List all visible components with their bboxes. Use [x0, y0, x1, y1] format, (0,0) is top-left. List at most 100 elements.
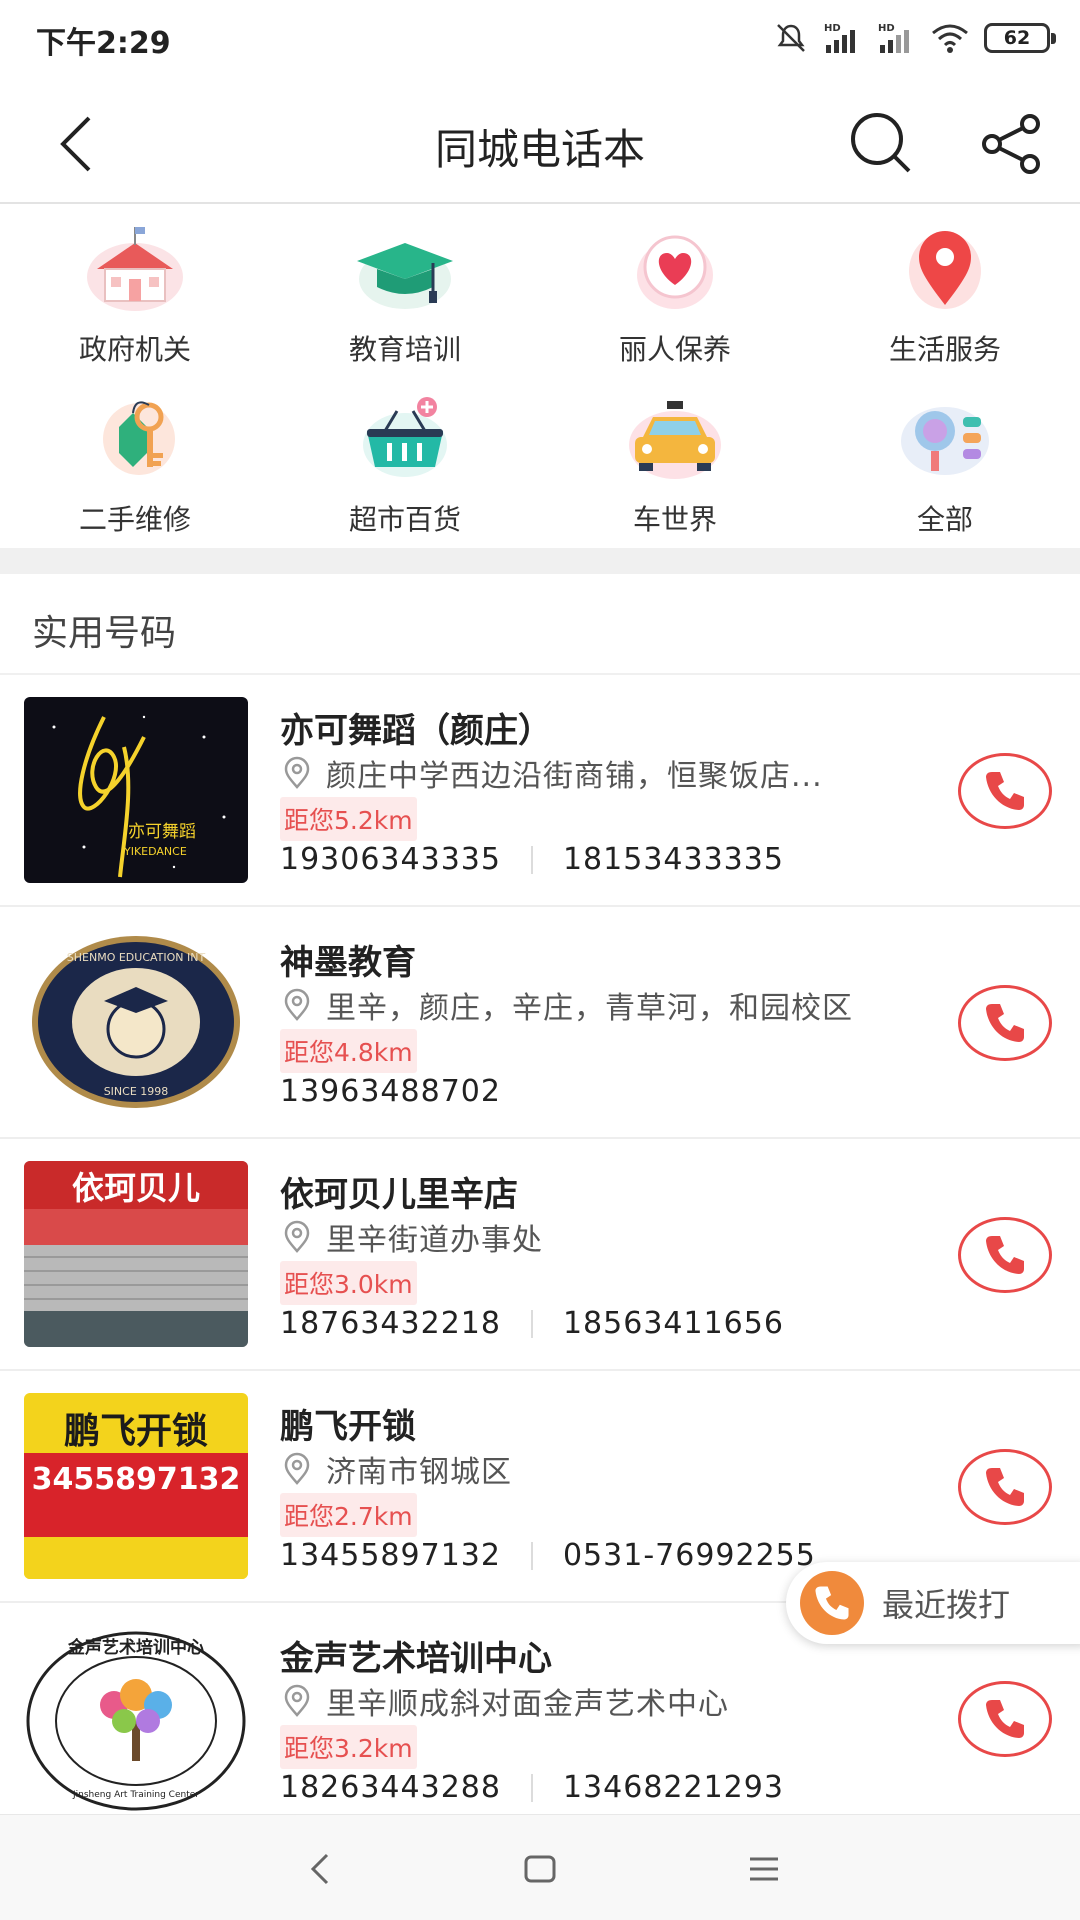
- category-life-service[interactable]: 生活服务: [810, 212, 1080, 382]
- distance-badge: 距您4.8km: [280, 1029, 417, 1073]
- system-navigation-bar: [0, 1814, 1080, 1920]
- search-button[interactable]: [842, 104, 922, 184]
- nav-back-button[interactable]: [290, 1841, 350, 1897]
- call-button[interactable]: [958, 1681, 1052, 1757]
- call-button[interactable]: [958, 985, 1052, 1061]
- listing-thumbnail: 依珂贝儿: [24, 1161, 248, 1347]
- government-building-icon: [75, 212, 195, 322]
- category-car-world[interactable]: 车世界: [540, 382, 810, 552]
- location-outline-icon: [284, 1684, 310, 1717]
- category-beauty[interactable]: 丽人保养: [540, 212, 810, 382]
- call-button[interactable]: [958, 753, 1052, 829]
- phone-numbers: 18263443288 13468221293: [280, 1770, 784, 1805]
- call-button[interactable]: [958, 1217, 1052, 1293]
- listing-name: 依珂贝儿里辛店: [280, 1175, 518, 1215]
- category-label: 全部: [916, 503, 973, 536]
- category-label: 生活服务: [888, 333, 1001, 366]
- section-title: 实用号码: [32, 613, 177, 654]
- address-text: 济南市钢城区: [326, 1455, 512, 1490]
- listing-thumbnail: 鹏飞开锁 3455897132: [24, 1393, 248, 1579]
- category-label: 二手维修: [78, 503, 191, 536]
- share-button[interactable]: [972, 104, 1052, 184]
- thumb-brand-text: 鹏飞开锁: [64, 1411, 208, 1452]
- category-government[interactable]: 政府机关: [0, 212, 270, 382]
- phone-number[interactable]: 19306343335: [280, 842, 501, 877]
- nav-back-icon: [310, 1853, 329, 1885]
- listing-address: 济南市钢城区: [280, 1447, 920, 1491]
- category-label: 丽人保养: [618, 333, 731, 366]
- category-label: 车世界: [632, 503, 717, 536]
- address-text: 里辛顺成斜对面金声艺术中心: [326, 1687, 729, 1722]
- distance-badge: 距您3.0km: [280, 1261, 417, 1305]
- phone-number[interactable]: 0531-76992255: [563, 1538, 816, 1573]
- thumb-brand-text: 金声艺术培训中心: [67, 1637, 204, 1658]
- key-tag-icon: [75, 382, 195, 492]
- thumb-brand-sub: SINCE 1998: [104, 1085, 169, 1098]
- phone-number[interactable]: 18763432218: [280, 1306, 501, 1341]
- category-repair[interactable]: 二手维修: [0, 382, 270, 552]
- listing-name: 神墨教育: [280, 943, 416, 983]
- svg-text:HD: HD: [824, 23, 841, 34]
- listing-address: 里辛街道办事处: [280, 1215, 920, 1259]
- phone-separator: [530, 1309, 533, 1338]
- listing-address: 里辛，颜庄，辛庄，青草河，和园校区: [280, 983, 920, 1027]
- recent-call-icon: [800, 1571, 864, 1635]
- listing-name: 鹏飞开锁: [280, 1407, 416, 1447]
- call-button[interactable]: [958, 1449, 1052, 1525]
- phone-numbers: 13455897132 0531-76992255: [280, 1538, 816, 1573]
- category-education[interactable]: 教育培训: [270, 212, 540, 382]
- listing-thumbnail: 亦可舞蹈 YIKEDANCE: [24, 697, 248, 883]
- thumb-brand-text: 亦可舞蹈: [128, 822, 196, 842]
- signal-hd-icon: HD: [824, 23, 855, 53]
- top-app-bar: 同城电话本: [0, 80, 1080, 204]
- phone-number[interactable]: 13455897132: [280, 1538, 501, 1573]
- category-label: 政府机关: [78, 333, 191, 366]
- location-pin-icon: [885, 212, 1005, 322]
- phone-number[interactable]: 18153433335: [563, 842, 784, 877]
- phone-separator: [530, 845, 533, 874]
- phone-number[interactable]: 13468221293: [563, 1770, 784, 1805]
- phone-numbers: 13963488702: [280, 1074, 501, 1109]
- listing-thumbnail: SHENMO EDUCATION INT SINCE 1998: [24, 929, 248, 1115]
- listing-item[interactable]: 亦可舞蹈 YIKEDANCE 亦可舞蹈（颜庄） 颜庄中学西边沿街商铺，恒聚饭店.…: [0, 675, 1080, 907]
- nav-home-button[interactable]: [510, 1841, 570, 1897]
- recent-calls-button[interactable]: 最近拨打: [786, 1562, 1080, 1644]
- listing-address: 里辛顺成斜对面金声艺术中心: [280, 1679, 920, 1723]
- all-categories-icon: [885, 382, 1005, 492]
- phone-icon: [986, 1236, 1024, 1274]
- listing-name: 金声艺术培训中心: [280, 1639, 552, 1679]
- nav-menu-icon: [750, 1857, 778, 1881]
- listing-item[interactable]: 依珂贝儿 依珂贝儿里辛店 里辛街道办事处 距您3.0km 18763432218…: [0, 1139, 1080, 1371]
- location-outline-icon: [284, 988, 310, 1021]
- phonebook-screen: 下午2:29 HD HD 62 同城电话本 政府机关 教育培训 丽人保养 生活服…: [0, 0, 1080, 1920]
- battery-indicator: 62: [984, 23, 1056, 53]
- phone-number[interactable]: 18263443288: [280, 1770, 501, 1805]
- listing-name: 亦可舞蹈（颜庄）: [280, 711, 552, 751]
- category-grid: 政府机关 教育培训 丽人保养 生活服务 二手维修 超市百货 车世界 全部: [0, 206, 1080, 550]
- category-label: 教育培训: [348, 333, 461, 366]
- thumb-brand-sub: YIKEDANCE: [123, 845, 187, 858]
- wifi-icon: [932, 24, 968, 53]
- search-icon: [851, 113, 911, 173]
- share-icon: [982, 114, 1040, 174]
- thumb-brand-text: 依珂贝儿: [72, 1169, 200, 1207]
- taxi-car-icon: [615, 382, 735, 492]
- phone-number[interactable]: 18563411656: [563, 1306, 784, 1341]
- nav-menu-button[interactable]: [734, 1841, 794, 1897]
- distance-badge: 距您3.2km: [280, 1725, 417, 1769]
- category-all[interactable]: 全部: [810, 382, 1080, 552]
- address-text: 颜庄中学西边沿街商铺，恒聚饭店...: [326, 759, 823, 794]
- listing-item[interactable]: SHENMO EDUCATION INT SINCE 1998 神墨教育 里辛，…: [0, 907, 1080, 1139]
- distance-badge: 距您2.7km: [280, 1493, 417, 1537]
- heart-icon: [615, 212, 735, 322]
- mute-bell-icon: [777, 24, 805, 52]
- listing-thumbnail: 金声艺术培训中心 Jinsheng Art Training Center: [24, 1625, 248, 1811]
- nav-home-icon: [524, 1855, 556, 1883]
- location-outline-icon: [284, 1220, 310, 1253]
- shopping-basket-icon: [345, 382, 465, 492]
- category-supermarket[interactable]: 超市百货: [270, 382, 540, 552]
- signal-hd-icon-2: HD: [878, 23, 909, 53]
- phone-number[interactable]: 13963488702: [280, 1074, 501, 1109]
- phone-icon: [986, 1700, 1024, 1738]
- category-label: 超市百货: [348, 503, 461, 536]
